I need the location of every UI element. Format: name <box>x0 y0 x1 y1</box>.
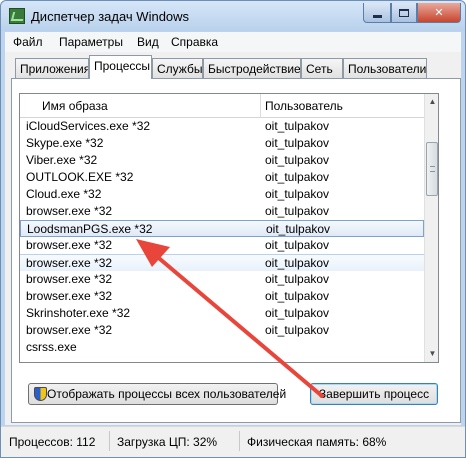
menu-view[interactable]: Вид <box>137 35 159 49</box>
process-list[interactable]: Имя образа Пользователь iCloudServices.e… <box>19 93 439 363</box>
task-manager-app-icon <box>9 8 25 24</box>
column-header-user[interactable]: Пользователь <box>265 99 343 113</box>
title-bar[interactable]: Диспетчер задач Windows ✕ <box>1 1 465 31</box>
table-row[interactable]: iCloudServices.exe *32 oit_tulpakov <box>20 118 424 135</box>
cell-user: oit_tulpakov <box>265 119 330 133</box>
close-icon: ✕ <box>434 7 444 19</box>
table-row[interactable]: Skype.exe *32 oit_tulpakov <box>20 135 424 152</box>
cell-user: oit_tulpakov <box>265 289 330 303</box>
cell-image-name: LoodsmanPGS.exe *32 <box>27 222 153 236</box>
tab-network[interactable]: Сеть <box>301 58 343 78</box>
column-header-image-name[interactable]: Имя образа <box>42 99 108 113</box>
cell-user: oit_tulpakov <box>265 187 330 201</box>
minimize-button[interactable] <box>363 3 391 23</box>
task-manager-window: Диспетчер задач Windows ✕ Файл Параметры… <box>0 0 466 458</box>
table-row[interactable]: browser.exe *32 oit_tulpakov <box>20 237 424 254</box>
show-all-users-processes-label: Отображать процессы всех пользователей <box>47 387 287 401</box>
close-button[interactable]: ✕ <box>417 3 461 23</box>
cell-image-name: csrss.exe <box>26 340 77 354</box>
status-processes: Процессов: 112 <box>9 435 96 449</box>
status-divider <box>109 431 110 451</box>
table-row[interactable]: OUTLOOK.EXE *32 oit_tulpakov <box>20 169 424 186</box>
cell-image-name: Skrinshoter.exe *32 <box>26 306 131 320</box>
table-row[interactable]: Viber.exe *32 oit_tulpakov <box>20 152 424 169</box>
scroll-up-icon[interactable]: ▲ <box>425 94 438 110</box>
column-separator[interactable] <box>260 94 261 118</box>
table-row[interactable]: browser.exe *32 oit_tulpakov <box>20 288 424 305</box>
end-process-label: Завершить процесс <box>318 387 430 401</box>
tab-users[interactable]: Пользователи <box>343 58 427 78</box>
scroll-thumb[interactable] <box>426 142 438 196</box>
cell-user: oit_tulpakov <box>265 272 330 286</box>
cell-user: oit_tulpakov <box>265 306 330 320</box>
table-row-hover[interactable]: browser.exe *32 oit_tulpakov <box>20 254 424 271</box>
tab-performance[interactable]: Быстродействие <box>203 58 301 78</box>
tab-applications[interactable]: Приложения <box>15 58 89 78</box>
maximize-button[interactable] <box>391 3 417 23</box>
menu-help[interactable]: Справка <box>171 35 218 49</box>
end-process-button[interactable]: Завершить процесс <box>310 383 438 405</box>
table-row[interactable]: Skrinshoter.exe *32 oit_tulpakov <box>20 305 424 322</box>
menu-file[interactable]: Файл <box>13 35 43 49</box>
table-row[interactable]: browser.exe *32 oit_tulpakov <box>20 271 424 288</box>
scroll-down-icon[interactable]: ▼ <box>425 346 438 362</box>
cell-image-name: browser.exe *32 <box>26 289 113 303</box>
cell-user: oit_tulpakov <box>265 238 330 252</box>
cell-image-name: browser.exe *32 <box>26 272 113 286</box>
minimize-icon <box>372 14 382 18</box>
maximize-icon <box>399 8 409 17</box>
cell-image-name: browser.exe *32 <box>26 256 113 270</box>
cell-user: oit_tulpakov <box>265 153 330 167</box>
tab-services[interactable]: Службы <box>152 58 203 78</box>
show-all-users-processes-button[interactable]: Отображать процессы всех пользователей <box>28 383 286 405</box>
cell-image-name: Skype.exe *32 <box>26 136 104 150</box>
uac-shield-icon <box>34 387 47 401</box>
cell-image-name: browser.exe *32 <box>26 204 113 218</box>
menu-bar: Файл Параметры Вид Справка <box>5 32 461 52</box>
cell-image-name: Viber.exe *32 <box>26 153 98 167</box>
table-row[interactable]: csrss.exe <box>20 339 424 356</box>
cell-image-name: OUTLOOK.EXE *32 <box>26 170 134 184</box>
grip-icon <box>430 166 435 172</box>
table-row[interactable]: browser.exe *32 oit_tulpakov <box>20 322 424 339</box>
cell-user: oit_tulpakov <box>266 222 331 236</box>
cell-image-name: browser.exe *32 <box>26 238 113 252</box>
tab-processes[interactable]: Процессы <box>89 55 152 79</box>
processes-panel: Имя образа Пользователь iCloudServices.e… <box>11 78 461 423</box>
status-divider <box>239 431 240 451</box>
cell-user: oit_tulpakov <box>265 323 330 337</box>
table-row-selected[interactable]: LoodsmanPGS.exe *32 oit_tulpakov <box>20 220 424 237</box>
table-row[interactable]: Cloud.exe *32 oit_tulpakov <box>20 186 424 203</box>
window-title: Диспетчер задач Windows <box>31 9 190 24</box>
menu-options[interactable]: Параметры <box>59 35 123 49</box>
status-memory: Физическая память: 68% <box>247 435 387 449</box>
vertical-scrollbar[interactable]: ▲ ▼ <box>424 94 438 362</box>
client-area: Приложения Процессы Службы Быстродействи… <box>5 52 461 425</box>
status-cpu: Загрузка ЦП: 32% <box>117 435 218 449</box>
cell-user: oit_tulpakov <box>265 204 330 218</box>
cell-image-name: Cloud.exe *32 <box>26 187 102 201</box>
table-row[interactable]: browser.exe *32 oit_tulpakov <box>20 203 424 220</box>
cell-user: oit_tulpakov <box>265 170 330 184</box>
cell-image-name: browser.exe *32 <box>26 323 113 337</box>
status-bar: Процессов: 112 Загрузка ЦП: 32% Физическ… <box>1 426 465 457</box>
cell-user: oit_tulpakov <box>265 136 330 150</box>
list-header: Имя образа Пользователь <box>20 94 424 118</box>
cell-image-name: iCloudServices.exe *32 <box>26 119 151 133</box>
cell-user: oit_tulpakov <box>265 256 330 270</box>
